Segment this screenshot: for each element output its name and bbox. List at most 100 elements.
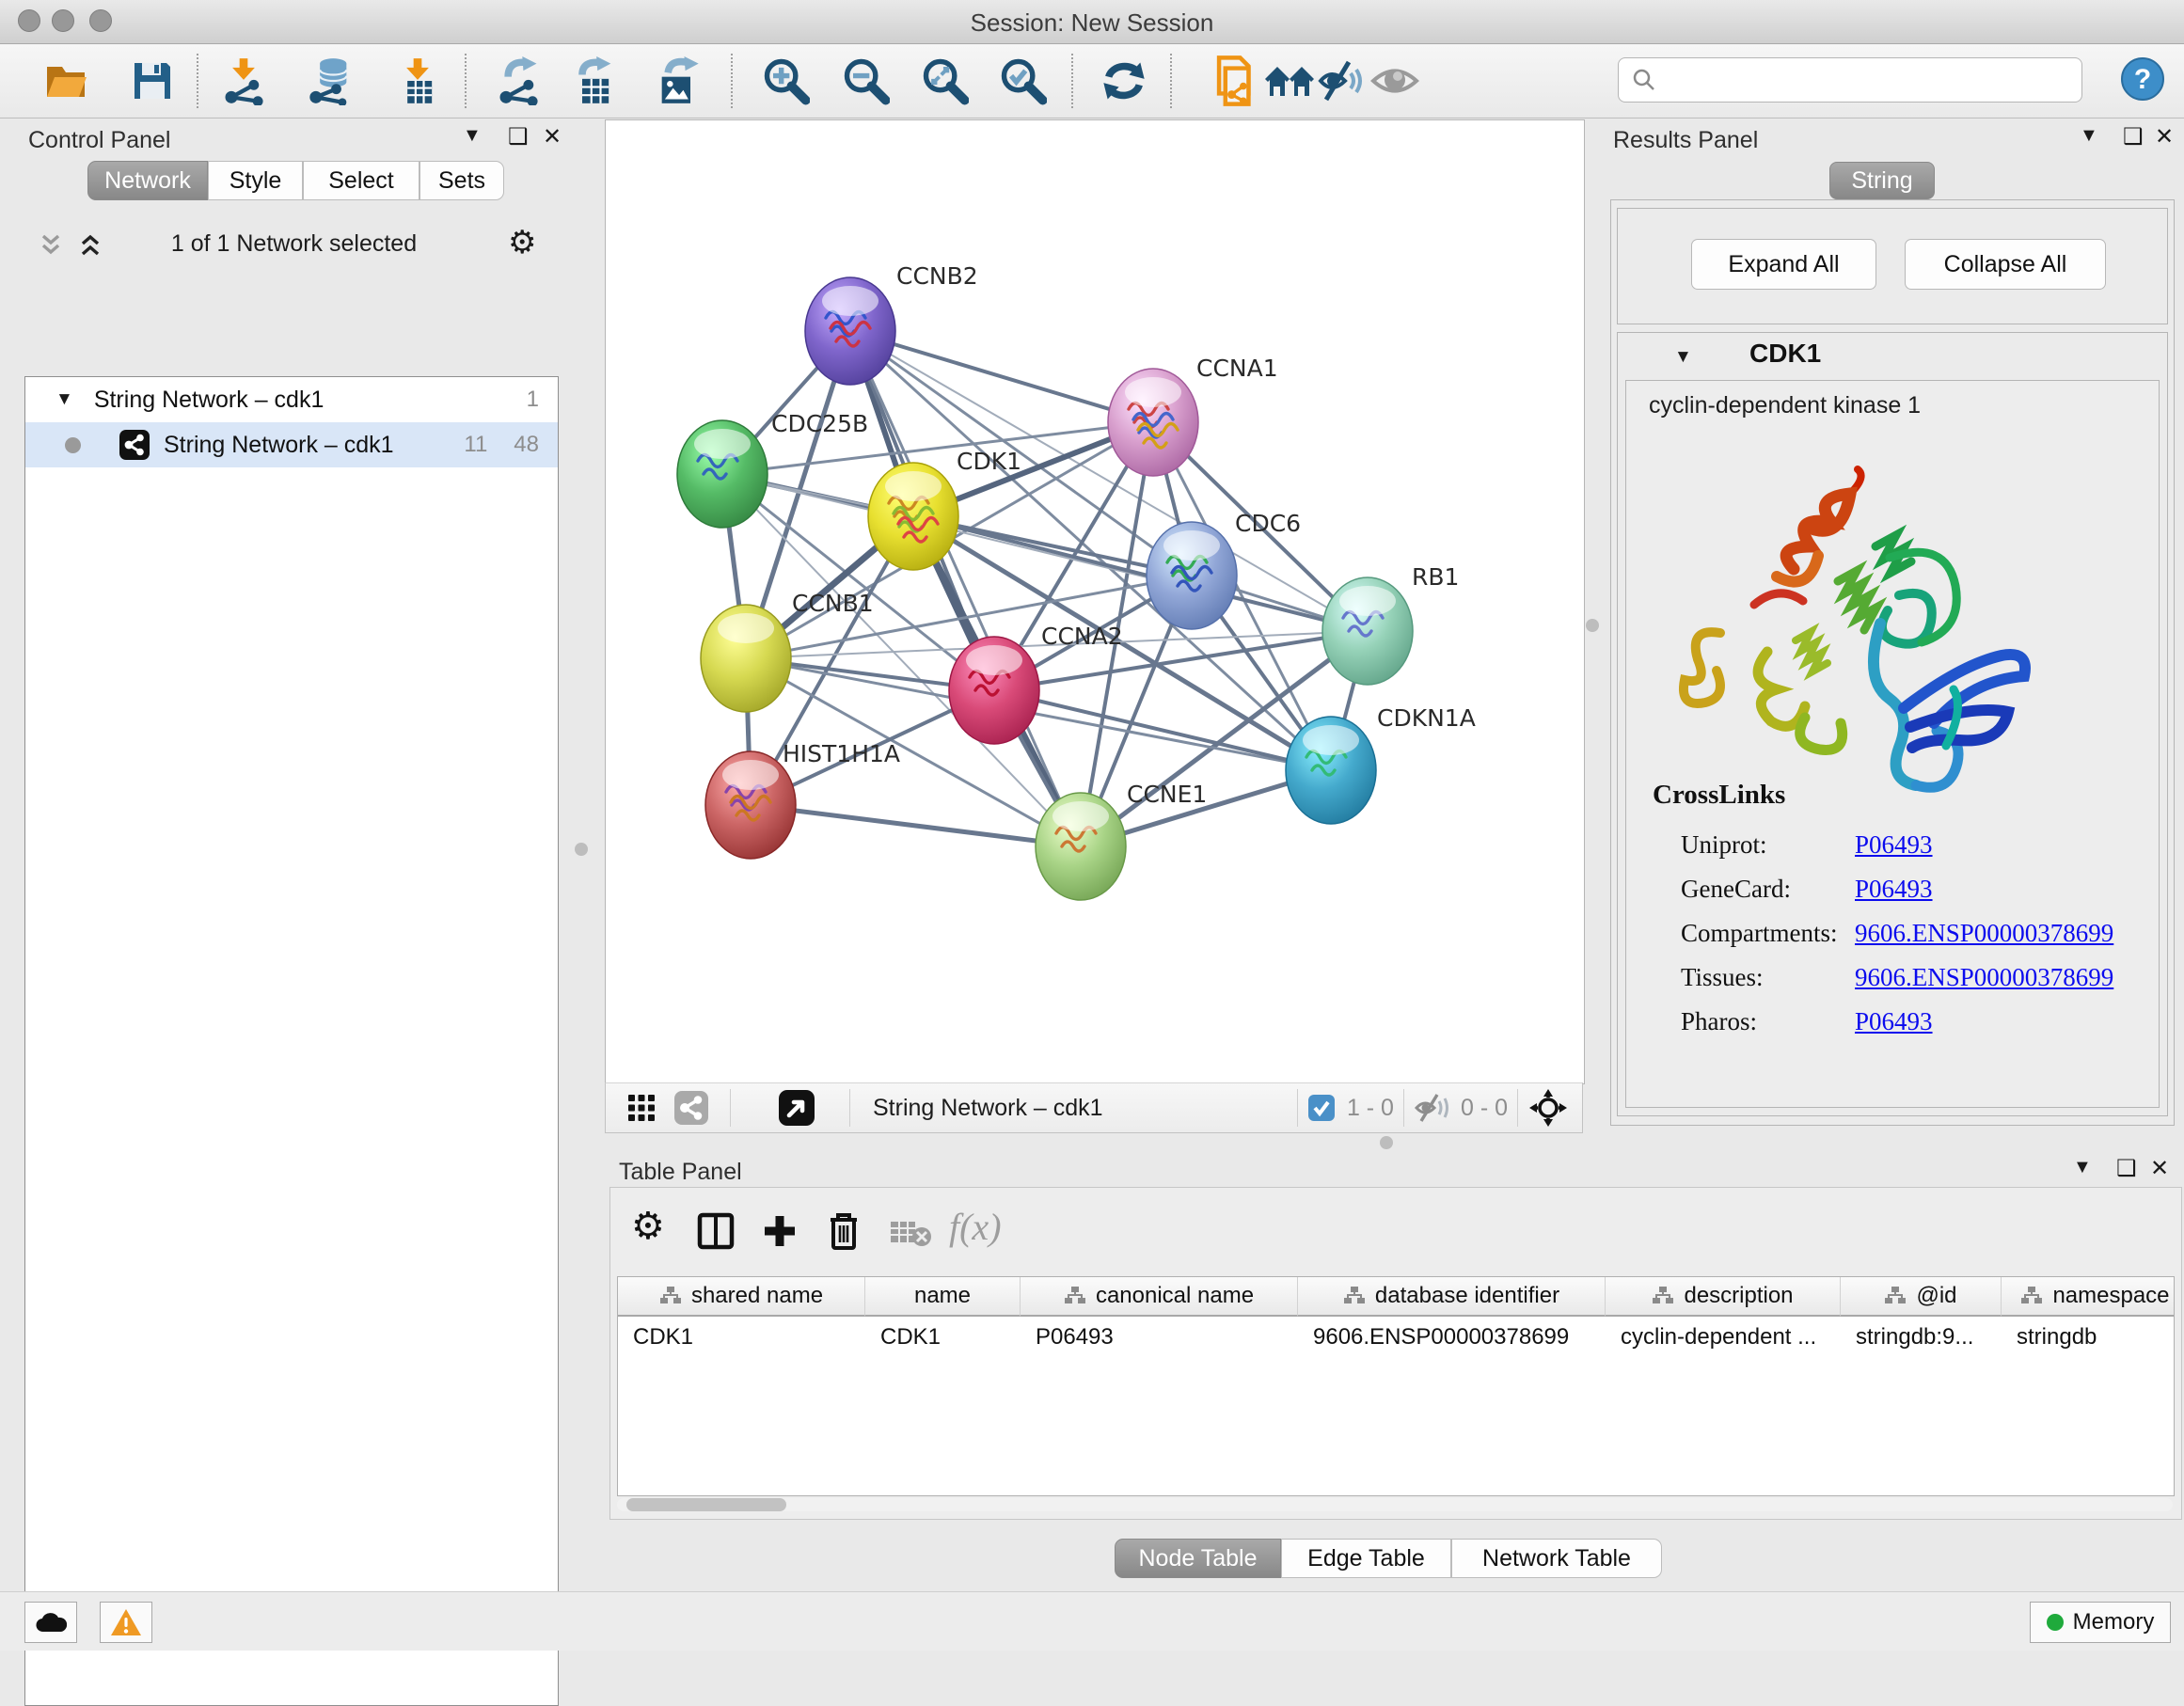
- eye-button[interactable]: [1369, 55, 1421, 106]
- horizontal-scrollbar[interactable]: [617, 1498, 2173, 1511]
- zoom-in-button[interactable]: [759, 55, 812, 106]
- warning-button[interactable]: [100, 1602, 152, 1643]
- expand-all-button[interactable]: Expand All: [1691, 239, 1876, 290]
- tab-network[interactable]: Network: [87, 161, 208, 200]
- zoom-fit-button[interactable]: [918, 55, 971, 106]
- table-cell[interactable]: stringdb:9...: [1841, 1319, 2002, 1356]
- hierarchy-icon: [659, 1286, 682, 1306]
- network-node-CCNB1[interactable]: CCNB1: [701, 590, 874, 712]
- network-node-CCNE1[interactable]: CCNE1: [1036, 781, 1207, 900]
- zoom-in-icon: [761, 56, 810, 105]
- share-icon[interactable]: [673, 1090, 709, 1126]
- column-header-database-identifier[interactable]: database identifier: [1298, 1277, 1606, 1317]
- open-session-button[interactable]: [40, 55, 92, 106]
- column-header-shared-name[interactable]: shared name: [618, 1277, 865, 1317]
- crosslink-value-link[interactable]: P06493: [1855, 830, 1933, 860]
- crosslink-value-link[interactable]: P06493: [1855, 1007, 1933, 1036]
- import-network-database-button[interactable]: [304, 55, 356, 106]
- export-image-button[interactable]: [652, 55, 704, 106]
- float-panel-icon[interactable]: ❑: [508, 123, 529, 150]
- tree-expander-icon[interactable]: ▼: [55, 389, 73, 410]
- tab-string[interactable]: String: [1829, 162, 1935, 199]
- section-expander-icon[interactable]: ▼: [1674, 347, 1692, 368]
- node-table[interactable]: shared namenamecanonical namedatabase id…: [617, 1276, 2175, 1496]
- table-cell[interactable]: stringdb: [2002, 1319, 2175, 1356]
- selected-checkbox[interactable]: [1307, 1094, 1336, 1122]
- network-node-CDK1[interactable]: CDK1: [868, 448, 1021, 570]
- column-header--id[interactable]: @id: [1841, 1277, 2002, 1317]
- hide-unhide-button[interactable]: [1316, 55, 1369, 106]
- network-canvas[interactable]: CCNB2CCNA1CDC25BCDK1CDC6RB1CCNB1CCNA2CDK…: [605, 119, 1585, 1084]
- float-panel-icon[interactable]: ❑: [2116, 1155, 2137, 1182]
- close-panel-icon[interactable]: ✕: [2150, 1155, 2169, 1182]
- column-header-description[interactable]: description: [1606, 1277, 1841, 1317]
- network-node-CDC6[interactable]: CDC6: [1147, 510, 1301, 629]
- table-cell[interactable]: P06493: [1021, 1319, 1298, 1356]
- node-gloss: [1052, 801, 1109, 831]
- import-table-button[interactable]: [391, 55, 444, 106]
- column-header-name[interactable]: name: [865, 1277, 1021, 1317]
- network-graph[interactable]: CCNB2CCNA1CDC25BCDK1CDC6RB1CCNB1CCNA2CDK…: [606, 120, 1584, 1082]
- toolbar-separator: [731, 54, 733, 108]
- column-header-namespace[interactable]: namespace: [2002, 1277, 2175, 1317]
- network-node-CCNB2[interactable]: CCNB2: [805, 262, 978, 385]
- network-node-HIST1H1A[interactable]: HIST1H1A: [705, 740, 900, 859]
- network-collection-row[interactable]: ▼ String Network – cdk1 1: [25, 377, 558, 422]
- tab-edge-table[interactable]: Edge Table: [1281, 1539, 1451, 1578]
- export-network-button[interactable]: [492, 55, 545, 106]
- network-edge[interactable]: [850, 331, 1153, 422]
- tab-style[interactable]: Style: [208, 161, 303, 200]
- column-header-canonical-name[interactable]: canonical name: [1021, 1277, 1298, 1317]
- cloud-button[interactable]: [24, 1602, 77, 1643]
- table-cell[interactable]: cyclin-dependent ...: [1606, 1319, 1841, 1356]
- help-button[interactable]: ?: [2120, 56, 2165, 102]
- collapse-all-button[interactable]: Collapse All: [1905, 239, 2106, 290]
- network-node-CCNA1[interactable]: CCNA1: [1108, 355, 1278, 476]
- save-session-button[interactable]: [126, 55, 179, 106]
- splitter-handle[interactable]: [575, 843, 588, 856]
- layout-refresh-button[interactable]: [1098, 55, 1150, 106]
- table-cell[interactable]: CDK1: [618, 1319, 865, 1356]
- float-panel-icon[interactable]: ❑: [2123, 123, 2144, 150]
- delete-icon[interactable]: [825, 1210, 863, 1252]
- gear-icon[interactable]: ⚙: [508, 224, 536, 261]
- columns-icon[interactable]: [697, 1212, 735, 1250]
- memory-button[interactable]: Memory: [2030, 1602, 2171, 1643]
- import-network-file-button[interactable]: [217, 55, 270, 106]
- table-cell[interactable]: 9606.ENSP00000378699: [1298, 1319, 1606, 1356]
- crosslink-value-link[interactable]: 9606.ENSP00000378699: [1855, 919, 2113, 948]
- table-cell[interactable]: CDK1: [865, 1319, 1021, 1356]
- collapse-panel-icon[interactable]: ▼: [463, 125, 482, 147]
- homes-button[interactable]: [1263, 55, 1316, 106]
- network-node-CDKN1A[interactable]: CDKN1A: [1286, 704, 1476, 824]
- tab-network-table[interactable]: Network Table: [1451, 1539, 1662, 1578]
- tab-node-table[interactable]: Node Table: [1115, 1539, 1281, 1578]
- grid-icon[interactable]: [626, 1093, 657, 1123]
- crosshair-icon[interactable]: [1527, 1087, 1569, 1129]
- birdseye-icon[interactable]: [778, 1089, 815, 1127]
- gear-icon[interactable]: ⚙: [631, 1205, 665, 1248]
- network-row[interactable]: String Network – cdk1 11 48: [25, 422, 558, 467]
- close-panel-icon[interactable]: ✕: [2155, 123, 2174, 150]
- search-field[interactable]: [1618, 57, 2082, 103]
- network-edge[interactable]: [751, 805, 1081, 846]
- search-input[interactable]: [1658, 60, 2081, 100]
- zoom-out-button[interactable]: [839, 55, 892, 106]
- tab-select[interactable]: Select: [303, 161, 419, 200]
- add-icon[interactable]: [761, 1212, 799, 1250]
- tab-sets[interactable]: Sets: [419, 161, 504, 200]
- splitter-handle[interactable]: [1586, 619, 1599, 632]
- zoom-selected-button[interactable]: [996, 55, 1049, 106]
- scrollbar-thumb[interactable]: [626, 1498, 786, 1511]
- network-status-dot: [65, 437, 81, 453]
- share-document-button[interactable]: [1210, 55, 1262, 106]
- collapse-panel-icon[interactable]: ▼: [2073, 1157, 2092, 1178]
- network-node-RB1[interactable]: RB1: [1322, 563, 1459, 685]
- crosslink-value-link[interactable]: 9606.ENSP00000378699: [1855, 963, 2113, 992]
- collapse-panel-icon[interactable]: ▼: [2080, 125, 2098, 147]
- splitter-handle[interactable]: [1380, 1136, 1393, 1149]
- close-panel-icon[interactable]: ✕: [543, 123, 562, 150]
- crosslink-value-link[interactable]: P06493: [1855, 875, 1933, 904]
- network-edge[interactable]: [850, 331, 1081, 846]
- export-table-button[interactable]: [568, 55, 621, 106]
